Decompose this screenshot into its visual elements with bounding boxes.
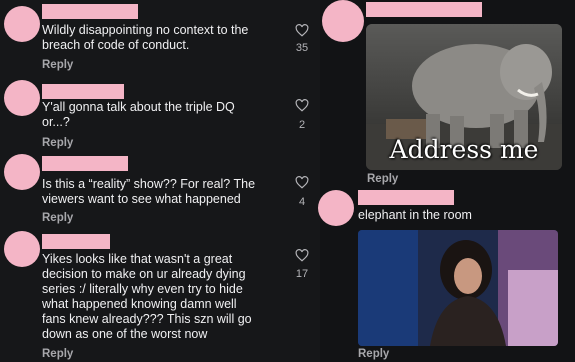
comment-text: Wildly disappointing no context to the b… bbox=[42, 23, 249, 52]
avatar[interactable] bbox=[322, 0, 364, 42]
tv-show-still-image[interactable] bbox=[358, 230, 558, 346]
reply-button[interactable]: Reply bbox=[42, 137, 73, 149]
comment-text: Yikes looks like that wasn't a great dec… bbox=[42, 252, 252, 341]
avatar[interactable] bbox=[4, 154, 40, 190]
reply-button[interactable]: Reply bbox=[42, 348, 73, 360]
heart-outline-icon[interactable] bbox=[295, 99, 309, 112]
avatar[interactable] bbox=[318, 190, 354, 226]
username-redacted[interactable] bbox=[366, 2, 482, 17]
like-count: 17 bbox=[295, 268, 309, 280]
elephant-meme-image[interactable]: Address me bbox=[366, 24, 562, 170]
username-redacted[interactable] bbox=[42, 84, 124, 99]
tv-scene-illustration bbox=[358, 230, 558, 346]
reply-button[interactable]: Reply bbox=[42, 59, 73, 71]
username-redacted[interactable] bbox=[42, 4, 138, 19]
reply-button[interactable]: Reply bbox=[367, 173, 398, 185]
username-redacted[interactable] bbox=[358, 190, 454, 205]
like-count: 35 bbox=[295, 42, 309, 54]
image-caption: Address me bbox=[389, 135, 539, 164]
reply-button[interactable]: Reply bbox=[42, 212, 73, 224]
avatar[interactable] bbox=[4, 231, 40, 267]
avatar[interactable] bbox=[4, 6, 40, 42]
username-redacted[interactable] bbox=[42, 234, 110, 249]
like-count: 4 bbox=[298, 196, 306, 208]
username-redacted[interactable] bbox=[42, 156, 128, 171]
heart-outline-icon[interactable] bbox=[295, 176, 309, 189]
comment-text: elephant in the room bbox=[358, 208, 472, 222]
avatar[interactable] bbox=[4, 80, 40, 116]
comment-text: Y'all gonna talk about the triple DQ or.… bbox=[42, 100, 235, 129]
like-count: 2 bbox=[298, 119, 306, 131]
heart-outline-icon[interactable] bbox=[295, 24, 309, 37]
comment-text: Is this a “reality” show?? For real? The… bbox=[42, 177, 256, 206]
reply-button[interactable]: Reply bbox=[358, 348, 389, 360]
heart-outline-icon[interactable] bbox=[295, 249, 309, 262]
